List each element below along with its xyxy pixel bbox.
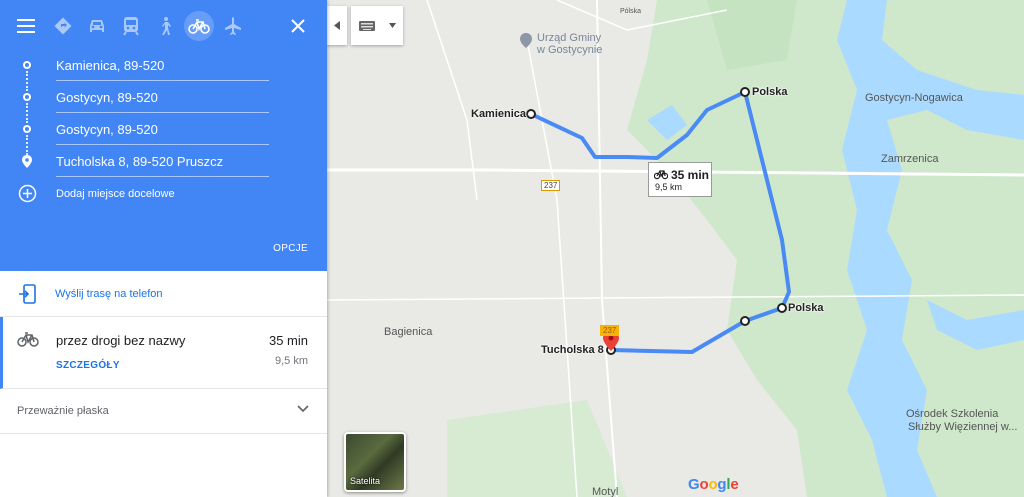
travel-mode-bar [0, 0, 327, 52]
waypoint-input-4[interactable]: Tucholska 8, 89-520 Pruszcz [56, 153, 269, 177]
place-label: Polska [752, 86, 788, 98]
car-mode-button[interactable] [83, 12, 111, 40]
destination-pin-icon [22, 155, 32, 168]
poi-label[interactable]: w Gostycynie [537, 44, 602, 56]
waypoint-marker[interactable] [777, 303, 787, 313]
add-circle-icon[interactable] [18, 184, 37, 203]
send-to-phone-icon [19, 284, 36, 304]
road-label: Pólska [620, 8, 642, 15]
transit-mode-button[interactable] [117, 12, 145, 40]
elevation-row[interactable]: Przeważnie płaska [0, 389, 327, 434]
map-canvas[interactable]: Pólska Urząd Gminy w Gostycynie Kamienic… [327, 0, 1024, 497]
input-tools-button[interactable] [351, 6, 403, 45]
waypoint-input-3[interactable]: Gostycyn, 89-520 [56, 121, 269, 145]
bicycle-icon [17, 332, 39, 347]
close-icon[interactable] [284, 12, 312, 40]
callout-time: 35 min [671, 168, 710, 182]
directions-panel: Kamienica, 89-520 Gostycyn, 89-520 Gosty… [0, 0, 327, 497]
satellite-toggle[interactable]: Satelita [344, 432, 406, 492]
collapse-panel-button[interactable] [327, 6, 347, 45]
route-distance: 9,5 km [274, 355, 308, 367]
route-connector [26, 103, 28, 123]
waypoint-start-dot [23, 61, 31, 69]
chevron-down-icon [389, 23, 396, 28]
waypoint-input-1[interactable]: Kamienica, 89-520 [56, 57, 269, 81]
details-button[interactable]: SZCZEGÓŁY [56, 360, 120, 371]
route-option[interactable]: przez drogi bez nazwy 35 min 9,5 km SZCZ… [0, 317, 327, 389]
road-number-badge: 237 [541, 180, 561, 191]
poi-label[interactable]: Ośrodek Szkolenia [906, 408, 998, 420]
poi-label[interactable]: Służby Więziennej w... [908, 421, 1017, 433]
waypoint-marker[interactable] [526, 109, 536, 119]
diamond-route-icon [54, 17, 72, 35]
road-number-badge: 237 [600, 325, 620, 336]
walking-icon [162, 17, 171, 35]
place-label: Bagienica [384, 326, 433, 338]
bicycle-icon [188, 19, 210, 34]
chevron-down-icon[interactable] [297, 405, 309, 413]
directions-header: Kamienica, 89-520 Gostycyn, 89-520 Gosty… [0, 0, 327, 271]
send-to-phone-label[interactable]: Wyślij trasę na telefon [55, 288, 163, 300]
chevron-left-icon [334, 21, 340, 30]
place-label: Tucholska 8 [541, 344, 604, 356]
flight-mode-button[interactable] [219, 12, 247, 40]
callout-distance: 9,5 km [655, 182, 683, 192]
airplane-icon [225, 17, 241, 35]
car-icon [90, 20, 104, 32]
waypoint-marker[interactable] [740, 316, 750, 326]
add-destination-link[interactable]: Dodaj miejsce docelowe [56, 188, 175, 200]
cycling-mode-button[interactable] [184, 11, 214, 41]
waypoint-dot [23, 125, 31, 133]
waypoint-dot [23, 93, 31, 101]
route-connector [26, 71, 28, 91]
place-label: Zamrzenica [881, 153, 939, 165]
place-label: Kamienica [471, 108, 527, 120]
walking-mode-button[interactable] [151, 12, 179, 40]
place-label: Polska [788, 302, 824, 314]
place-label: Motyl [592, 486, 619, 497]
route-info-callout[interactable]: 35 min 9,5 km [648, 162, 712, 197]
send-to-phone-row[interactable]: Wyślij trasę na telefon [0, 271, 327, 317]
route-time: 35 min [268, 333, 308, 348]
place-label: Gostycyn-Nogawica [865, 92, 963, 104]
satellite-label: Satelita [350, 476, 381, 486]
google-logo: Google [688, 476, 739, 493]
waypoint-input-2[interactable]: Gostycyn, 89-520 [56, 89, 269, 113]
elevation-label: Przeważnie płaska [17, 405, 109, 417]
keyboard-icon [359, 21, 375, 31]
options-button[interactable]: OPCJE [273, 243, 308, 254]
route-via: przez drogi bez nazwy [56, 333, 186, 348]
poi-label[interactable]: Urząd Gminy [537, 32, 601, 44]
train-icon [123, 17, 139, 36]
waypoint-marker[interactable] [740, 87, 750, 97]
route-connector [26, 135, 28, 155]
bicycle-icon [654, 170, 668, 180]
menu-icon[interactable] [12, 12, 40, 40]
best-route-mode-button[interactable] [49, 12, 77, 40]
